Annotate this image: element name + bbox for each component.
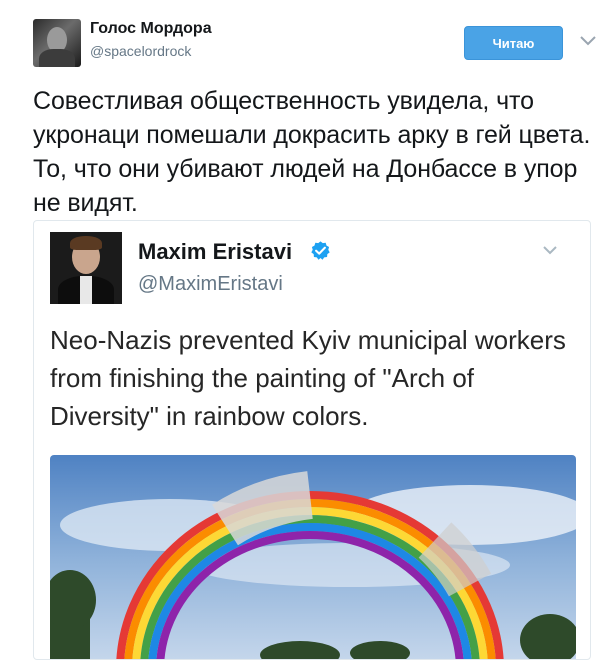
quoted-tweet-text: Neo-Nazis prevented Kyiv municipal worke… (50, 325, 566, 431)
quoted-author-handle[interactable]: @MaximEristavi (138, 273, 283, 296)
follow-button[interactable]: Читаю (464, 26, 563, 60)
author-handle[interactable]: @spacelordrock (90, 43, 191, 59)
tweet-text: Совестливая общественность увидела, что … (33, 87, 591, 217)
avatar-hair (70, 236, 102, 250)
chevron-down-icon[interactable] (542, 245, 558, 257)
chevron-down-icon[interactable] (578, 34, 598, 48)
quoted-author-name[interactable]: Maxim Eristavi (138, 239, 292, 265)
quoted-tweet[interactable]: Maxim Eristavi @MaximEristavi Neo-Nazis … (33, 220, 591, 660)
verified-badge-icon (311, 241, 330, 260)
rainbow-arch-photo[interactable] (50, 455, 576, 660)
author-avatar[interactable] (33, 19, 81, 67)
author-name[interactable]: Голос Мордора (90, 20, 212, 38)
avatar-shirt (80, 276, 92, 304)
avatar-body (39, 49, 75, 67)
quoted-author-avatar[interactable] (50, 232, 122, 304)
